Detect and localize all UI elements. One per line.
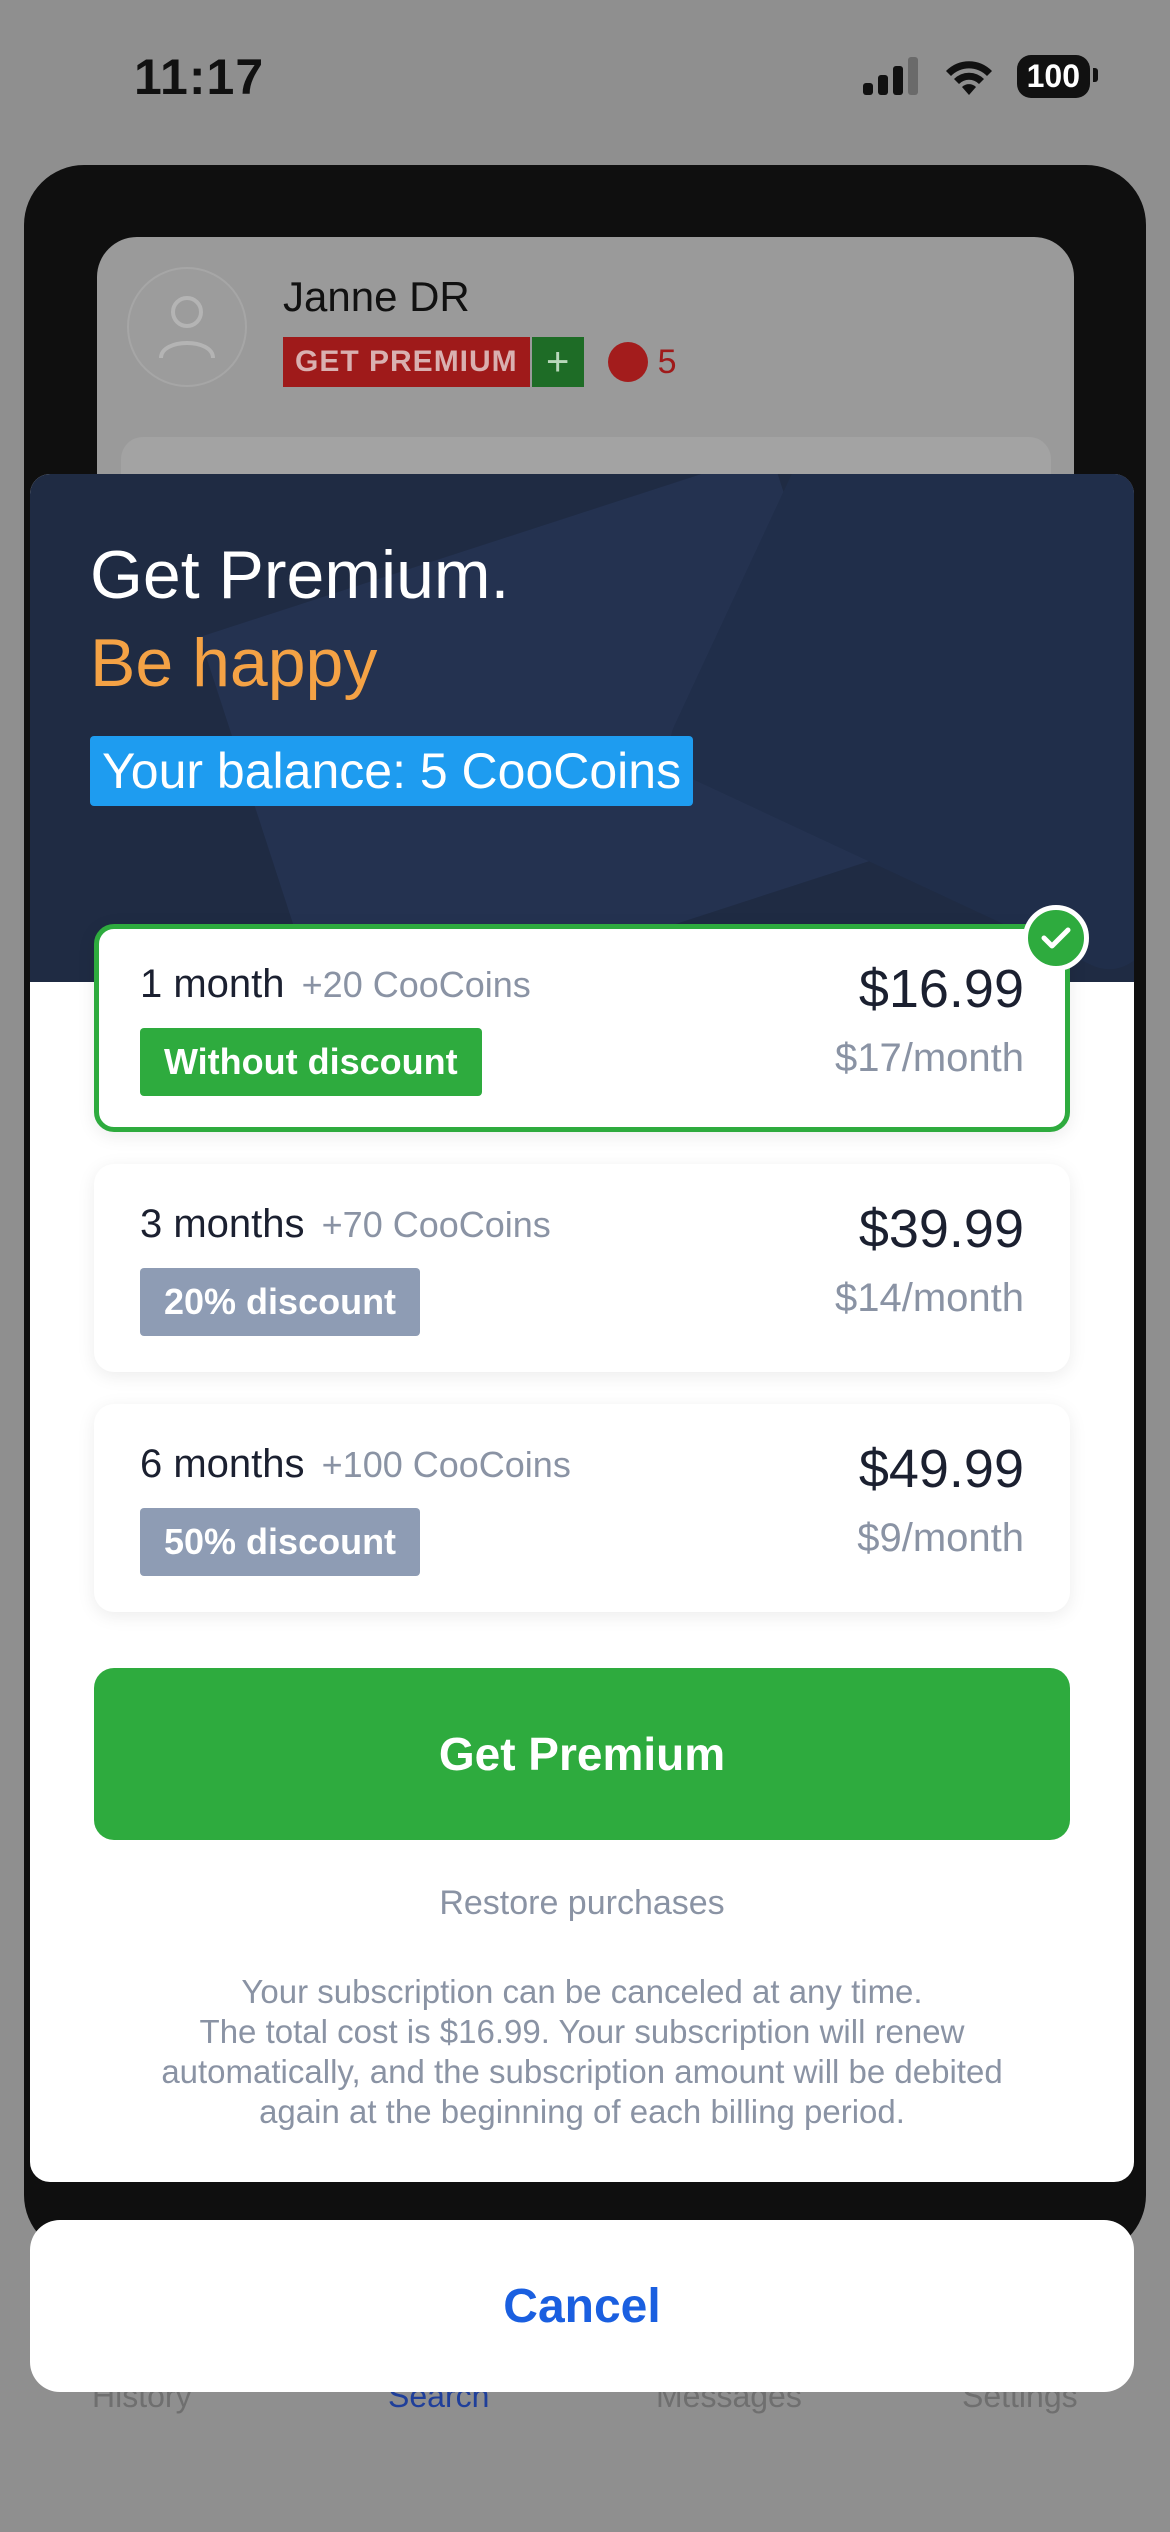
get-premium-badge: GET PREMIUM xyxy=(283,337,530,387)
avatar xyxy=(127,267,247,387)
user-icon xyxy=(159,296,215,359)
add-premium-button: + xyxy=(531,337,584,387)
plan-option-3-months[interactable]: 3 months +70 CooCoins 20% discount $39.9… xyxy=(94,1164,1070,1372)
status-time: 11:17 xyxy=(134,49,265,105)
plan-monthly-price: $9/month xyxy=(857,1516,1024,1560)
plan-name: 3 months xyxy=(140,1202,305,1246)
get-premium-button[interactable]: Get Premium xyxy=(94,1668,1070,1840)
plan-price: $49.99 xyxy=(858,1439,1024,1499)
plan-discount-badge: Without discount xyxy=(140,1028,482,1096)
plan-monthly-price: $17/month xyxy=(834,1036,1024,1080)
plan-discount-badge: 50% discount xyxy=(140,1508,421,1576)
status-icons: 100 xyxy=(862,55,1099,98)
premium-subtitle: Be happy xyxy=(90,625,378,701)
plan-name-wrap: 3 months +70 CooCoins xyxy=(140,1202,551,1247)
balance-label: Your balance: 5 CooCoins xyxy=(90,736,694,806)
plan-coins: +70 CooCoins xyxy=(321,1204,551,1245)
plan-option-1-month[interactable]: 1 month +20 CooCoins Without discount $1… xyxy=(94,905,1089,1132)
wifi-icon xyxy=(945,60,992,95)
restore-purchases-link[interactable]: Restore purchases xyxy=(30,1884,1134,1923)
plan-discount-badge: 20% discount xyxy=(140,1268,421,1336)
plan-monthly-price: $14/month xyxy=(834,1276,1024,1320)
plan-coins: +100 CooCoins xyxy=(321,1444,571,1485)
cellular-signal-icon xyxy=(862,56,918,95)
plan-name-wrap: 1 month +20 CooCoins xyxy=(140,962,531,1007)
legal-line: Your subscription can be canceled at any… xyxy=(241,1973,923,2010)
plan-option-6-months[interactable]: 6 months +100 CooCoins 50% discount $49.… xyxy=(94,1404,1070,1612)
selected-check-icon xyxy=(1023,905,1089,971)
coin-count: 5 xyxy=(657,342,677,381)
profile-badges: GET PREMIUM + 5 xyxy=(283,337,677,387)
coin-icon xyxy=(607,342,648,382)
subscription-legal-text: Your subscription can be canceled at any… xyxy=(90,1972,1074,2132)
plan-price: $39.99 xyxy=(858,1199,1024,1259)
plan-name: 1 month xyxy=(140,962,285,1006)
legal-line: automatically, and the subscription amou… xyxy=(161,2053,1003,2090)
legal-line: The total cost is $16.99. Your subscript… xyxy=(199,2013,965,2050)
plan-coins: +20 CooCoins xyxy=(301,964,531,1005)
profile-name: Janne DR xyxy=(283,273,470,320)
premium-title: Get Premium. xyxy=(90,537,510,613)
battery-indicator: 100 xyxy=(1016,55,1099,98)
legal-line: again at the beginning of each billing p… xyxy=(259,2093,905,2130)
premium-sheet: Get Premium. Be happy Your balance: 5 Co… xyxy=(30,474,1134,2182)
plan-name: 6 months xyxy=(140,1442,305,1486)
plan-name-wrap: 6 months +100 CooCoins xyxy=(140,1442,571,1487)
plan-price: $16.99 xyxy=(858,959,1024,1019)
status-bar: 11:17 100 xyxy=(0,0,1170,150)
premium-hero: Get Premium. Be happy Your balance: 5 Co… xyxy=(30,474,1134,982)
cancel-button[interactable]: Cancel xyxy=(30,2220,1134,2392)
